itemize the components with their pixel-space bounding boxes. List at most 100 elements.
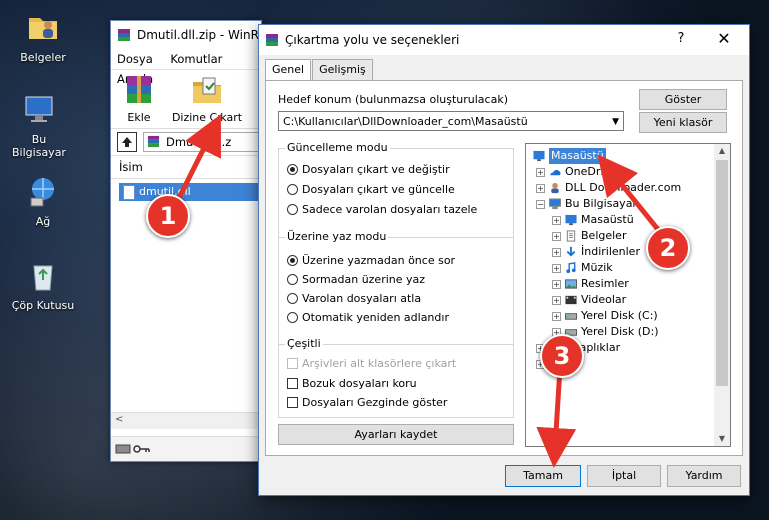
winrar-window: Dmutil.dll.zip - WinR Dosya Komutlar Ara… [110,20,262,462]
update-option-extract-replace[interactable]: Dosyaları çıkart ve değiştir [287,163,450,176]
scroll-left-icon[interactable]: < [115,414,123,425]
menu-file[interactable]: Dosya [117,52,153,66]
desktop-icon-recycle-bin[interactable]: Çöp Kutusu [8,258,78,312]
expand-icon[interactable]: + [552,215,561,225]
update-option-freshen[interactable]: Sadece varolan dosyaları tazele [287,203,477,216]
tree-node[interactable]: + Yerel Disk (C:) [552,308,658,324]
overwrite-option-rename[interactable]: Otomatik yeniden adlandır [287,311,449,324]
show-button[interactable]: Göster [639,89,727,110]
tree-node[interactable]: + İndirilenler [552,244,640,260]
radio-button[interactable] [287,204,298,215]
desktop-icon-documents[interactable]: Belgeler [8,10,78,64]
tree-node[interactable]: − Bu Bilgisayar [536,196,637,212]
checkbox[interactable] [287,358,298,369]
ok-button[interactable]: Tamam [505,465,581,487]
extract-to-button[interactable]: Dizine Çıkart [167,74,247,128]
radio-button[interactable] [287,164,298,175]
expand-icon[interactable]: + [552,247,561,257]
destination-path-input[interactable]: C:\Kullanıcılar\DllDownloader_com\Masaüs… [278,111,624,131]
annotation-badge-1: 1 [146,194,190,238]
misc-title: Çeşitli [285,337,323,350]
winrar-title: Dmutil.dll.zip - WinR [137,28,259,42]
cancel-button[interactable]: İptal [587,465,661,487]
expand-icon[interactable]: + [552,295,561,305]
radio-button[interactable] [287,274,298,285]
new-folder-button[interactable]: Yeni klasör [639,112,727,133]
misc-option-keep-broken[interactable]: Bozuk dosyaları koru [287,377,417,390]
scroll-thumb[interactable] [716,160,728,386]
file-row[interactable]: dmutil.dll [119,183,261,201]
pictures-icon [565,279,577,289]
folder-tree[interactable]: Masaüstü + OneDrive + DLL Downloader.com − Bu … [525,143,731,447]
tree-node[interactable]: + Videolar [552,292,626,308]
radio-button[interactable] [287,293,298,304]
folder-user-icon [29,18,57,39]
chevron-down-icon[interactable]: ▼ [612,112,619,132]
archive-path-field[interactable]: Dmutil.dll.z [143,132,261,152]
tree-node[interactable]: + Belgeler [552,228,626,244]
save-settings-button[interactable]: Ayarları kaydet [278,424,514,445]
checkbox[interactable] [287,397,298,408]
horizontal-scrollbar[interactable]: < [111,412,261,429]
misc-option-subfolders[interactable]: Arşivleri alt klasörlere çıkart [287,357,456,370]
option-label: Otomatik yeniden adlandır [302,311,449,324]
desktop-icon-computer[interactable]: Bu Bilgisayar [4,92,74,159]
scroll-down-icon[interactable]: ▼ [714,432,730,446]
expand-icon[interactable]: + [552,279,561,289]
tab-advanced[interactable]: Gelişmiş [312,59,373,80]
help-title-button[interactable]: ? [671,31,691,46]
overwrite-option-ask[interactable]: Üzerine yazmadan önce sor [287,254,455,267]
help-button[interactable]: Yardım [667,465,741,487]
desktop-icon-network[interactable]: Ağ [8,174,78,228]
column-header-name[interactable]: İsim [111,156,261,179]
expand-icon[interactable]: + [552,263,561,273]
extract-to-label: Dizine Çıkart [171,111,243,124]
tree-vertical-scrollbar[interactable]: ▲ ▼ [714,144,730,446]
tree-node-label: İndirilenler [581,245,640,258]
expand-icon[interactable]: + [536,183,545,193]
overwrite-option-without-prompt[interactable]: Sormadan üzerine yaz [287,273,425,286]
tree-node[interactable]: + Masaüstü [552,212,634,228]
onedrive-icon [550,170,561,176]
tree-node[interactable]: + Resimler [552,276,629,292]
option-label: Bozuk dosyaları koru [302,377,417,390]
tree-node[interactable]: + Müzik [552,260,613,276]
computer-icon [25,96,53,122]
tree-node-label: Yerel Disk (D:) [581,325,659,338]
tree-node-label: Belgeler [581,229,627,242]
arrow-up-icon [122,137,132,147]
tab-general[interactable]: Genel [265,59,312,82]
update-option-extract-update[interactable]: Dosyaları çıkart ve güncelle [287,183,455,196]
expand-icon[interactable]: + [552,231,561,241]
expand-icon[interactable]: + [552,311,561,321]
desktop-icon [565,214,577,226]
scroll-up-icon[interactable]: ▲ [714,144,730,158]
radio-button[interactable] [287,312,298,323]
close-button[interactable]: ✕ [709,29,739,48]
tree-node[interactable]: Masaüstü [532,148,606,164]
option-label: Dosyaları çıkart ve güncelle [302,183,455,196]
radio-button[interactable] [287,255,298,266]
option-label: Üzerine yazmadan önce sor [302,254,456,267]
option-label: Varolan dosyaları atla [302,292,422,305]
winrar-toolbar: Ekle Dizine Çıkart [111,70,261,129]
up-folder-button[interactable] [117,132,137,152]
overwrite-mode-group: Üzerine yaz modu Üzerine yazmadan önce s… [278,230,514,345]
menu-commands[interactable]: Komutlar [170,52,222,66]
add-button[interactable]: Ekle [111,74,167,128]
tree-node[interactable]: + OneDrive [536,164,617,180]
file-icon [123,185,135,200]
tree-node[interactable]: + DLL Downloader.com [536,180,681,196]
tree-node-label: Bu Bilgisayar [565,197,637,210]
tree-node-label: Yerel Disk (C:) [581,309,658,322]
winrar-statusbar [111,436,261,461]
checkbox[interactable] [287,378,298,389]
collapse-icon[interactable]: − [536,199,545,209]
misc-option-show-explorer[interactable]: Dosyaları Gezginde göster [287,396,447,409]
radio-button[interactable] [287,184,298,195]
downloads-icon [566,246,576,257]
option-label: Dosyaları çıkart ve değiştir [302,163,450,176]
overwrite-option-skip[interactable]: Varolan dosyaları atla [287,292,421,305]
expand-icon[interactable]: + [536,167,545,177]
winrar-menubar: Dosya Komutlar Araçla [111,49,261,86]
